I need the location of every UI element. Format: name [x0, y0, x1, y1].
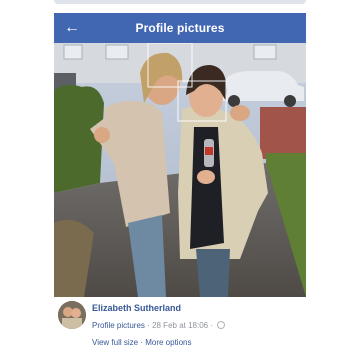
woman-right-jeans	[196, 249, 230, 297]
avatar-image	[58, 301, 86, 329]
window	[63, 44, 83, 60]
bottle-label	[205, 147, 213, 155]
arrow-left-icon: ←	[64, 19, 80, 36]
hand	[94, 127, 110, 143]
author-name[interactable]: Elizabeth Sutherland	[92, 303, 181, 313]
car-wheel	[284, 95, 296, 107]
post-subline: Profile pictures · 28 Feb at 18:06 ·	[92, 321, 226, 330]
top-sheet-edge	[54, 0, 306, 4]
hand-on-shoulder	[230, 105, 250, 121]
separator: ·	[210, 321, 214, 330]
hand	[197, 170, 215, 184]
globe-icon	[217, 321, 226, 329]
timestamp[interactable]: 28 Feb at 18:06	[152, 321, 208, 330]
photo-viewer: ← Profile pictures	[54, 13, 306, 297]
viewer-header: ← Profile pictures	[54, 13, 306, 43]
view-full-size-link[interactable]: View full size	[92, 338, 138, 347]
album-link[interactable]: Profile pictures	[92, 321, 145, 330]
window	[105, 44, 129, 60]
separator: ·	[147, 321, 150, 330]
separator: ·	[140, 338, 143, 347]
more-options-link[interactable]: More options	[145, 338, 191, 347]
window	[253, 44, 277, 60]
back-button[interactable]: ←	[60, 16, 84, 40]
profile-photo[interactable]	[54, 43, 306, 297]
avatar[interactable]	[58, 301, 86, 329]
photo-actions: View full size · More options	[92, 338, 191, 347]
photo-meta: Elizabeth Sutherland Profile pictures · …	[58, 301, 318, 356]
fence	[260, 107, 306, 159]
page-title: Profile pictures	[135, 21, 225, 35]
